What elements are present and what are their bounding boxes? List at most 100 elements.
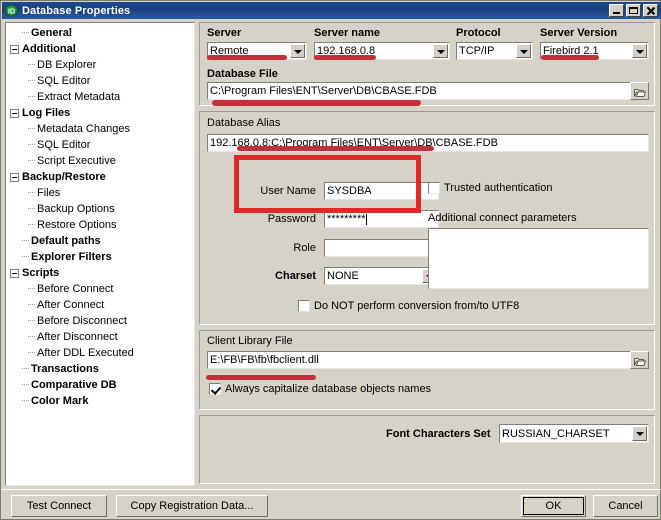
sidebar-item-transactions[interactable]: Transactions bbox=[6, 361, 194, 377]
sidebar-item-db-explorer[interactable]: DB Explorer bbox=[6, 57, 194, 73]
browse-folder-icon bbox=[634, 358, 646, 366]
cancel-button[interactable]: Cancel bbox=[593, 495, 658, 517]
annotation-underline-database-alias bbox=[237, 146, 434, 151]
tree-connector-icon bbox=[28, 336, 35, 338]
sidebar-item-restore-options[interactable]: Restore Options bbox=[6, 217, 194, 233]
tree-connector-icon bbox=[28, 128, 35, 130]
chevron-down-icon[interactable] bbox=[632, 44, 647, 58]
sidebar-item-after-connect[interactable]: After Connect bbox=[6, 297, 194, 313]
sidebar-item-after-ddl-executed[interactable]: After DDL Executed bbox=[6, 345, 194, 361]
sidebar-item-label: After Disconnect bbox=[37, 331, 118, 343]
sidebar-item-extract-metadata[interactable]: Extract Metadata bbox=[6, 89, 194, 105]
font-charset-label: Font Characters Set bbox=[386, 428, 491, 440]
tree-connector-icon bbox=[28, 64, 35, 66]
sidebar-item-before-connect[interactable]: Before Connect bbox=[6, 281, 194, 297]
copy-registration-data-button[interactable]: Copy Registration Data... bbox=[116, 495, 268, 517]
sidebar-item-sql-editor[interactable]: SQL Editor bbox=[6, 137, 194, 153]
client-library-input[interactable]: E:\FB\FB\fb\fbclient.dll bbox=[207, 351, 649, 369]
test-connect-button[interactable]: Test Connect bbox=[11, 495, 107, 517]
font-charset-combo[interactable]: RUSSIAN_CHARSET bbox=[499, 424, 649, 443]
settings-tree[interactable]: General Additional DB Explorer SQL Editor Ex… bbox=[5, 22, 195, 486]
client-library-value: E:\FB\FB\fb\fbclient.dll bbox=[210, 354, 319, 366]
sidebar-item-additional[interactable]: Additional bbox=[6, 41, 194, 57]
sidebar-item-before-disconnect[interactable]: Before Disconnect bbox=[6, 313, 194, 329]
sidebar-item-general[interactable]: General bbox=[6, 25, 194, 41]
chevron-down-icon[interactable] bbox=[632, 426, 647, 441]
sidebar-item-default-paths[interactable]: Default paths bbox=[6, 233, 194, 249]
capitalize-objects-checkbox[interactable]: Always capitalize database objects names bbox=[209, 383, 431, 395]
database-file-browse-button[interactable] bbox=[630, 82, 649, 100]
sidebar-item-files[interactable]: Files bbox=[6, 185, 194, 201]
sidebar-item-color-mark[interactable]: Color Mark bbox=[6, 393, 194, 409]
tree-connector-icon bbox=[28, 224, 35, 226]
tree-collapse-icon[interactable] bbox=[10, 172, 19, 182]
titlebar: ID Database Properties bbox=[2, 2, 661, 19]
server-name-label: Server name bbox=[314, 27, 381, 39]
sidebar-item-explorer-filters[interactable]: Explorer Filters bbox=[6, 249, 194, 265]
client-library-label: Client Library File bbox=[207, 335, 293, 347]
annotation-underline-server-name bbox=[314, 55, 376, 60]
trusted-authentication-checkbox[interactable]: Trusted authentication bbox=[428, 182, 552, 194]
chevron-down-icon[interactable] bbox=[290, 44, 305, 58]
capitalize-objects-label: Always capitalize database objects names bbox=[225, 383, 432, 395]
sidebar-item-label: Color Mark bbox=[31, 395, 89, 407]
sidebar-item-label: Restore Options bbox=[37, 219, 117, 231]
text-caret bbox=[365, 213, 367, 225]
sidebar-item-label: Transactions bbox=[31, 363, 99, 375]
maximize-button[interactable] bbox=[626, 4, 641, 17]
client-library-browse-button[interactable] bbox=[630, 351, 649, 369]
sidebar-item-label: After Connect bbox=[37, 299, 105, 311]
tree-connector-icon bbox=[22, 384, 29, 386]
annotation-underline-database-file bbox=[212, 100, 421, 106]
checkbox-icon[interactable] bbox=[428, 182, 440, 194]
tree-connector-icon bbox=[28, 288, 35, 290]
sidebar-item-sql-editor[interactable]: SQL Editor bbox=[6, 73, 194, 89]
tree-connector-icon bbox=[28, 304, 35, 306]
tree-collapse-icon[interactable] bbox=[10, 44, 19, 54]
sidebar-item-label: DB Explorer bbox=[37, 59, 97, 71]
charset-value: NONE bbox=[327, 270, 359, 282]
tree-collapse-icon[interactable] bbox=[10, 108, 19, 118]
minimize-button[interactable] bbox=[609, 4, 624, 17]
annotation-rect-credentials bbox=[234, 155, 421, 213]
client-library-groupbox: Client Library File E:\FB\FB\fb\fbclient… bbox=[199, 330, 655, 410]
sidebar-item-after-disconnect[interactable]: After Disconnect bbox=[6, 329, 194, 345]
tree-connector-icon bbox=[22, 400, 29, 402]
sidebar-item-comparative-db[interactable]: Comparative DB bbox=[6, 377, 194, 393]
svg-text:ID: ID bbox=[8, 8, 15, 15]
tree-connector-icon bbox=[28, 192, 35, 194]
role-label: Role bbox=[293, 242, 316, 254]
protocol-combo[interactable]: TCP/IP bbox=[456, 42, 533, 60]
sidebar-item-label: Extract Metadata bbox=[37, 91, 121, 103]
sidebar-item-backup-options[interactable]: Backup Options bbox=[6, 201, 194, 217]
server-version-label: Server Version bbox=[540, 27, 618, 39]
sidebar-item-label: Backup/Restore bbox=[22, 171, 106, 183]
tree-connector-icon bbox=[28, 144, 35, 146]
font-charset-value: RUSSIAN_CHARSET bbox=[502, 427, 610, 440]
additional-params-textarea[interactable] bbox=[428, 228, 649, 289]
sidebar-item-script-executive[interactable]: Script Executive bbox=[6, 153, 194, 169]
sidebar-item-backup-restore[interactable]: Backup/Restore bbox=[6, 169, 194, 185]
charset-combo[interactable]: NONE bbox=[324, 267, 439, 285]
chevron-down-icon[interactable] bbox=[516, 44, 531, 58]
checkbox-icon[interactable] bbox=[298, 300, 310, 312]
sidebar-item-log-files[interactable]: Log Files bbox=[6, 105, 194, 121]
database-properties-window: ID Database Properties General Additional… bbox=[0, 0, 661, 520]
sidebar-item-scripts[interactable]: Scripts bbox=[6, 265, 194, 281]
checkbox-checked-icon[interactable] bbox=[209, 383, 221, 395]
role-input[interactable] bbox=[324, 239, 439, 257]
close-button[interactable] bbox=[643, 4, 658, 17]
dialog-button-bar: Test Connect Copy Registration Data... O… bbox=[2, 489, 661, 520]
no-utf8-conversion-label: Do NOT perform conversion from/to UTF8 bbox=[314, 300, 520, 312]
sidebar-item-metadata-changes[interactable]: Metadata Changes bbox=[6, 121, 194, 137]
database-file-input[interactable]: C:\Program Files\ENT\Server\DB\CBASE.FDB bbox=[207, 82, 649, 100]
charset-label: Charset bbox=[275, 270, 316, 282]
chevron-down-icon[interactable] bbox=[433, 44, 448, 58]
ok-button[interactable]: OK bbox=[521, 495, 586, 517]
database-file-label: Database File bbox=[207, 68, 278, 80]
sidebar-item-label: Additional bbox=[22, 43, 76, 55]
no-utf8-conversion-checkbox[interactable]: Do NOT perform conversion from/to UTF8 bbox=[298, 300, 519, 312]
tree-connector-icon bbox=[28, 96, 35, 98]
tree-collapse-icon[interactable] bbox=[10, 268, 19, 278]
sidebar-item-label: Backup Options bbox=[37, 203, 115, 215]
